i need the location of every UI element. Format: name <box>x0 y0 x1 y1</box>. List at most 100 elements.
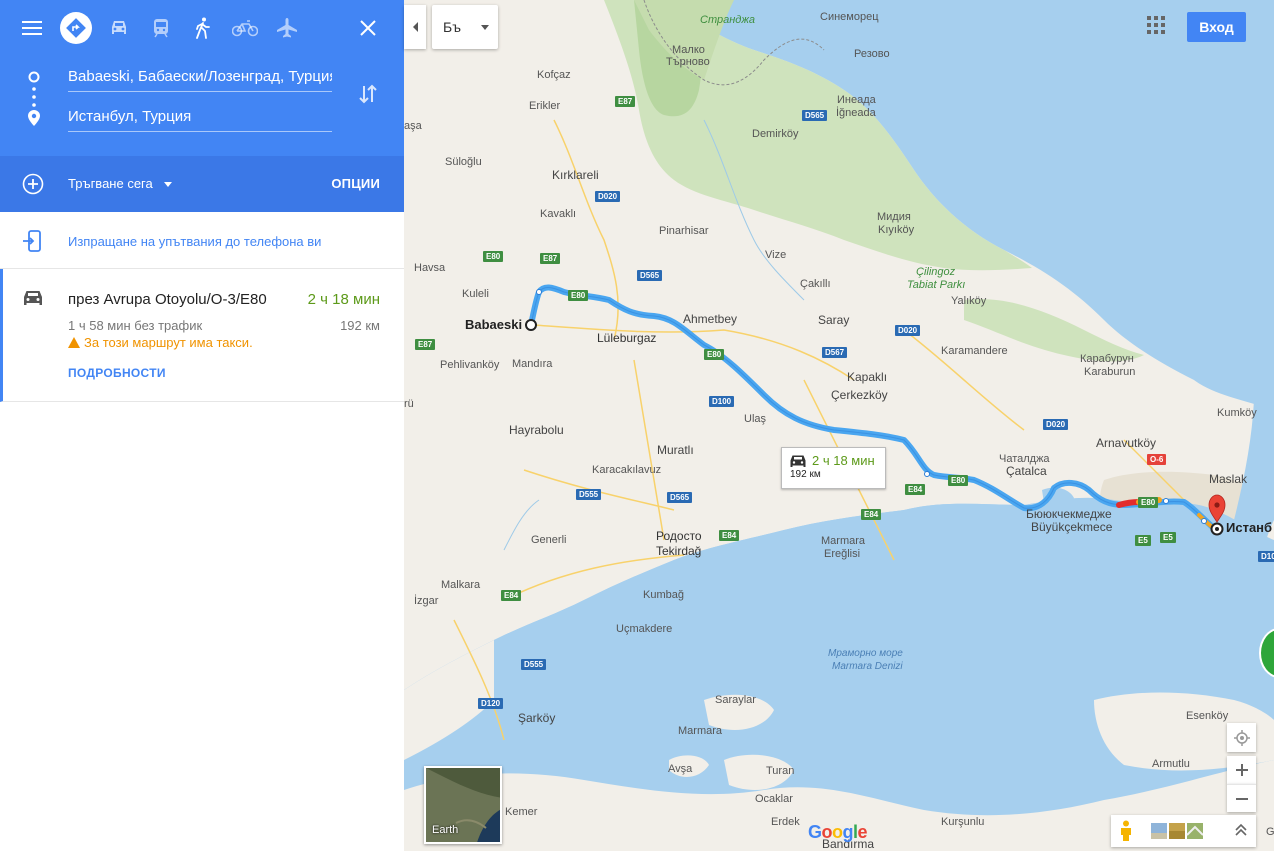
zoom-in-button[interactable] <box>1227 756 1256 784</box>
road-shield: E80 <box>568 290 589 301</box>
road-shield: D565 <box>637 270 663 281</box>
send-to-phone-icon <box>22 230 42 257</box>
send-to-phone-row[interactable]: Изпращане на упътвания до телефона ви <box>0 212 404 269</box>
chevron-down-icon <box>164 182 173 188</box>
expand-up-icon[interactable] <box>1235 823 1247 842</box>
road-shield: E87 <box>615 96 636 107</box>
menu-icon[interactable] <box>16 12 48 44</box>
map-label: Çakıllı <box>800 278 831 290</box>
destination-input[interactable]: Истанбул, Турция <box>68 106 332 132</box>
road-shield: E87 <box>415 339 436 350</box>
route-via-label: през Avrupa Otoyolu/O-3/E80 <box>68 291 267 308</box>
map-label: Süloğlu <box>445 156 482 168</box>
map-label: Kemer <box>505 806 538 818</box>
zoom-out-button[interactable] <box>1227 784 1256 812</box>
signin-button[interactable]: Вход <box>1187 12 1246 42</box>
road-shield: D020 <box>595 191 621 202</box>
pegman-icon[interactable] <box>1119 820 1133 847</box>
road-shield: D020 <box>895 325 921 336</box>
map-label: Tekirdağ <box>656 544 702 558</box>
best-route-icon[interactable] <box>60 12 92 44</box>
road-shield: D020 <box>1043 419 1069 430</box>
location-icon <box>1233 729 1250 746</box>
map-label: Kumköy <box>1217 407 1257 419</box>
road-shield: E80 <box>483 251 504 262</box>
depart-now-dropdown[interactable]: Тръгване сега <box>68 176 173 192</box>
route-without-traffic: 1 ч 58 мин без трафик <box>68 318 203 333</box>
depart-now-label: Тръгване сега <box>68 176 153 191</box>
origin-input[interactable]: Babaeski, Бабаески/Лозенград, Турция <box>68 66 332 92</box>
map-label: Saraylar <box>715 694 756 706</box>
map-label: Бююкчекмедже <box>1026 507 1112 521</box>
map-label: Erikler <box>529 100 561 112</box>
map-label: Armutlu <box>1152 758 1190 770</box>
map-label: Ge <box>1266 826 1274 838</box>
cycling-icon[interactable] <box>229 12 261 44</box>
map-label: Yalıköy <box>951 295 987 307</box>
map-label: Kuleli <box>462 288 489 300</box>
toll-warning-text: За този маршрут има такси. <box>84 335 253 350</box>
map-label: Karacakılavuz <box>592 464 662 476</box>
map-label: Резово <box>854 48 890 60</box>
map-label: Kıyıköy <box>878 224 915 236</box>
route-distance: 192 км <box>340 318 380 333</box>
map-label: Esenköy <box>1186 710 1229 722</box>
road-shield: E80 <box>704 349 725 360</box>
map-label: rü <box>404 398 414 410</box>
google-logo: Google <box>808 822 868 842</box>
road-shield: E87 <box>540 253 561 264</box>
road-shield: E80 <box>948 475 969 486</box>
map-label: Kırklareli <box>552 168 599 182</box>
route-callout[interactable]: 2 ч 18 мин 192 км <box>781 447 886 489</box>
destination-label: Истанб <box>1226 520 1273 535</box>
map-label: Ocaklar <box>755 793 793 805</box>
plus-icon <box>1235 764 1248 776</box>
map-label: Pinarhisar <box>659 225 709 237</box>
map-label: Малко <box>672 44 705 56</box>
route-duration: 2 ч 18 мин <box>307 291 380 308</box>
map-label: Ereğlisi <box>824 548 861 560</box>
language-selector[interactable]: Бъ <box>432 5 498 49</box>
directions-panel: Babaeski, Бабаески/Лозенград, Турция Ист… <box>0 0 404 851</box>
collapse-panel-button[interactable] <box>404 5 426 49</box>
send-to-phone-link[interactable]: Изпращане на упътвания до телефона ви <box>68 234 321 250</box>
flight-icon[interactable] <box>271 12 303 44</box>
language-label: Бъ <box>443 19 461 35</box>
transit-icon[interactable] <box>145 12 177 44</box>
apps-grid-icon[interactable] <box>1147 16 1167 36</box>
car-icon[interactable] <box>103 12 135 44</box>
map-label: Синеморец <box>820 11 879 23</box>
map-label: Странджа <box>700 14 756 26</box>
map-label: Marmara <box>821 535 866 547</box>
map-label: Erdek <box>771 816 800 828</box>
road-shield: E84 <box>501 590 522 601</box>
swap-icon[interactable] <box>358 82 378 111</box>
map-label: Demirköy <box>752 128 799 140</box>
chevron-left-icon <box>412 22 418 32</box>
map-canvas[interactable]: Странджа Синеморец Малко Търново Резово … <box>404 0 1274 851</box>
destination-pin-icon <box>28 110 40 131</box>
map-label: Инеада <box>837 94 876 106</box>
callout-distance: 192 км <box>790 469 821 480</box>
walking-icon[interactable] <box>187 12 219 44</box>
sea-label: Мраморно море <box>828 648 903 659</box>
add-destination-icon[interactable] <box>22 173 44 200</box>
map-label: Malkara <box>441 579 481 591</box>
close-icon[interactable] <box>352 12 384 44</box>
map-label: Karaburun <box>1084 366 1136 378</box>
layer-thumbnails[interactable] <box>1151 823 1204 844</box>
details-button[interactable]: ПОДРОБНОСТИ <box>68 365 166 381</box>
road-shield: E84 <box>905 484 926 495</box>
map-label: Карабурун <box>1080 353 1134 365</box>
map-label: Ulaş <box>744 413 767 425</box>
earth-view-toggle[interactable]: Earth <box>424 766 502 844</box>
my-location-button[interactable] <box>1227 723 1256 752</box>
map-label: İzgar <box>414 595 439 607</box>
road-shield: E5 <box>1135 535 1151 546</box>
minus-icon <box>1235 797 1248 800</box>
options-button[interactable]: ОПЦИИ <box>331 176 380 192</box>
route-option-card[interactable]: през Avrupa Otoyolu/O-3/E80 2 ч 18 мин 1… <box>0 269 404 402</box>
map-label: Çilingoz <box>916 266 956 278</box>
map-label: Uçmakdere <box>616 623 673 635</box>
toll-warning: За този маршрут има такси. <box>68 335 253 351</box>
